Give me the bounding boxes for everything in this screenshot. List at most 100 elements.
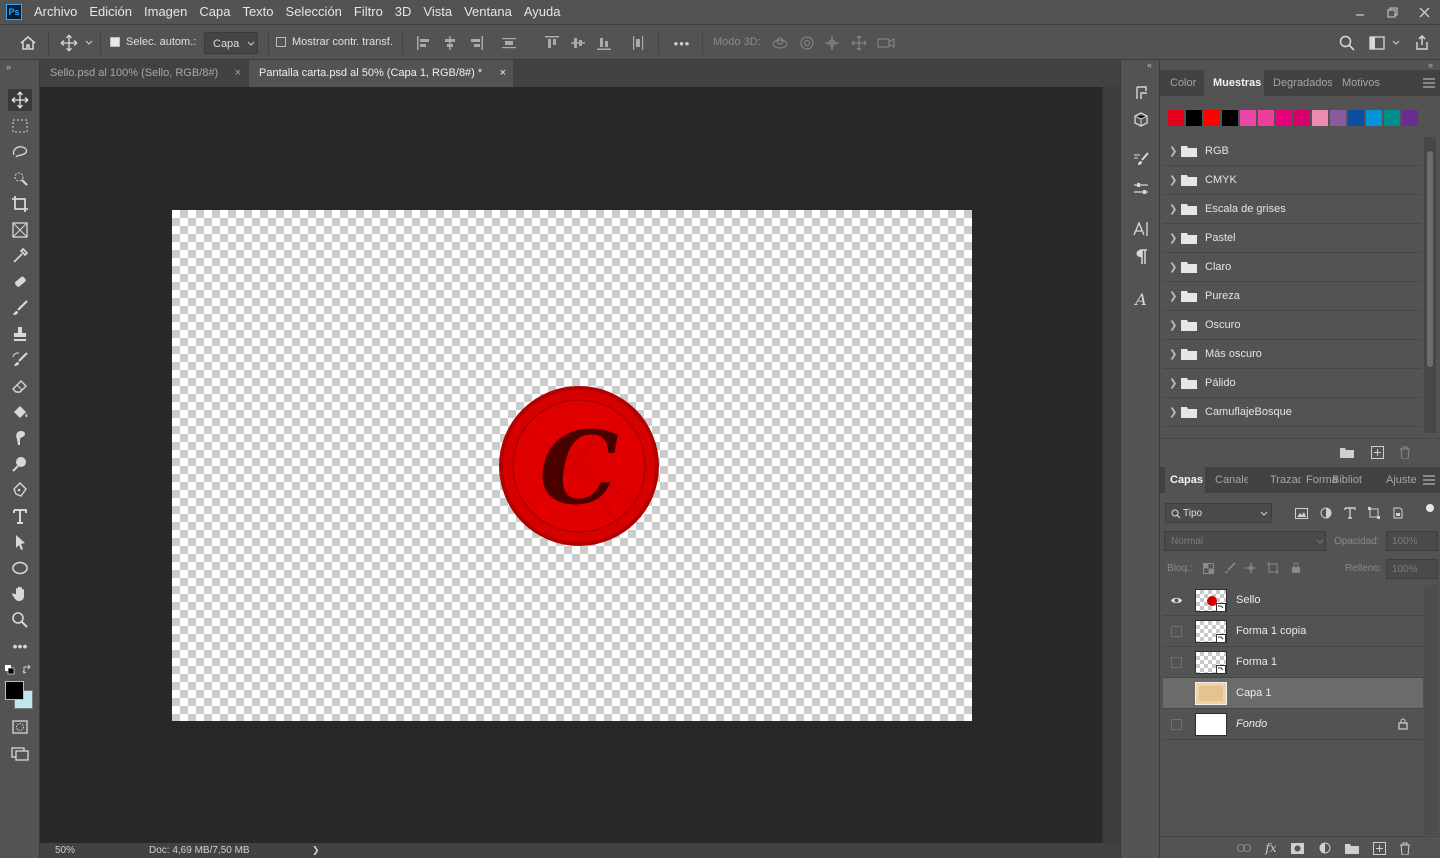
swatch-group-mas-oscuro[interactable]: ❯ Más oscuro: [1163, 340, 1421, 369]
path-select-tool-icon[interactable]: [8, 531, 32, 553]
swatch-group-cmyk[interactable]: ❯ CMYK: [1163, 166, 1421, 195]
color-swatch[interactable]: [1186, 110, 1202, 126]
tab-bibliotecas[interactable]: Bibliot: [1327, 467, 1363, 493]
align-bottom-icon[interactable]: [594, 33, 614, 53]
menu-3d[interactable]: 3D: [389, 0, 418, 24]
auto-select-target-dropdown[interactable]: Capa: [204, 32, 258, 54]
filter-shape-icon[interactable]: [1365, 504, 1383, 522]
swatch-group-pureza[interactable]: ❯ Pureza: [1163, 282, 1421, 311]
swap-colors-icon[interactable]: [22, 664, 33, 675]
color-swatch[interactable]: [1258, 110, 1274, 126]
panel-menu-icon[interactable]: [1423, 78, 1435, 88]
filter-toggle-icon[interactable]: [1426, 504, 1434, 512]
lock-image-icon[interactable]: [1221, 559, 1239, 577]
menu-imagen[interactable]: Imagen: [138, 0, 193, 24]
chevron-right-icon[interactable]: ❯: [1169, 407, 1177, 418]
color-swatch[interactable]: [1348, 110, 1364, 126]
visibility-toggle[interactable]: [1171, 688, 1182, 699]
lock-icon[interactable]: [1398, 718, 1408, 730]
new-group-icon[interactable]: [1343, 839, 1361, 857]
chevron-right-icon[interactable]: ❯: [1169, 233, 1177, 244]
chevron-right-icon[interactable]: ❯: [1169, 204, 1177, 215]
move-tool-preset-icon[interactable]: [59, 33, 79, 53]
workspace-icon[interactable]: [1367, 33, 1387, 53]
collapse-panel-icon[interactable]: »: [6, 62, 11, 72]
layer-filter-dropdown[interactable]: Tipo: [1165, 503, 1272, 523]
expand-panels-icon[interactable]: «: [1147, 60, 1152, 70]
tab-capas[interactable]: Capas: [1165, 467, 1205, 493]
fill-input[interactable]: 100%: [1386, 559, 1438, 579]
chevron-right-icon[interactable]: ❯: [1169, 291, 1177, 302]
layer-row-fondo[interactable]: Fondo: [1163, 709, 1423, 740]
history-brush-tool-icon[interactable]: [8, 349, 32, 371]
slide-3d-icon[interactable]: [849, 33, 869, 53]
menu-filtro[interactable]: Filtro: [348, 0, 389, 24]
new-adjustment-icon[interactable]: [1316, 839, 1334, 857]
more-options-icon[interactable]: •••: [672, 33, 692, 53]
opacity-input[interactable]: 100%: [1386, 531, 1438, 551]
smudge-tool-icon[interactable]: [8, 427, 32, 449]
new-swatch-icon[interactable]: [1368, 443, 1386, 461]
swatch-group-oscuro[interactable]: ❯ Oscuro: [1163, 311, 1421, 340]
chevron-down-icon[interactable]: [1389, 33, 1403, 53]
fx-icon[interactable]: fx: [1262, 839, 1280, 857]
auto-select-checkbox[interactable]: [110, 37, 120, 47]
visibility-toggle[interactable]: [1171, 626, 1182, 637]
filter-type-icon[interactable]: [1341, 504, 1359, 522]
brush-settings-icon[interactable]: [1129, 149, 1153, 171]
zoom-level[interactable]: 50%: [55, 845, 75, 856]
dodge-tool-icon[interactable]: [8, 453, 32, 475]
chevron-right-icon[interactable]: ❯: [1169, 349, 1177, 360]
frame-tool-icon[interactable]: [8, 219, 32, 241]
filter-smart-object-icon[interactable]: [1389, 504, 1407, 522]
paint-bucket-tool-icon[interactable]: [8, 401, 32, 423]
menu-seleccion[interactable]: Selección: [280, 0, 348, 24]
menu-archivo[interactable]: Archivo: [28, 0, 83, 24]
canvas-workspace[interactable]: C: [40, 87, 1102, 843]
brush-tool-icon[interactable]: [8, 297, 32, 319]
chevron-right-icon[interactable]: ❯: [1169, 175, 1177, 186]
eyedropper-tool-icon[interactable]: [8, 245, 32, 267]
character-panel-icon[interactable]: [1129, 218, 1153, 240]
crop-tool-icon[interactable]: [8, 193, 32, 215]
color-swatch[interactable]: [1168, 110, 1184, 126]
quick-mask-icon[interactable]: [8, 716, 32, 738]
lock-transparent-icon[interactable]: [1199, 559, 1217, 577]
chevron-right-icon[interactable]: ❯: [1169, 378, 1177, 389]
search-icon[interactable]: [1337, 33, 1357, 53]
chevron-right-icon[interactable]: ❯: [1169, 146, 1177, 157]
ellipse-tool-icon[interactable]: [8, 557, 32, 579]
lasso-tool-icon[interactable]: [8, 141, 32, 163]
filter-adjustment-icon[interactable]: [1317, 504, 1335, 522]
lock-artboard-icon[interactable]: [1264, 559, 1282, 577]
hand-tool-icon[interactable]: [8, 583, 32, 605]
menu-edicion[interactable]: Edición: [83, 0, 138, 24]
marquee-tool-icon[interactable]: [8, 115, 32, 137]
pen-tool-icon[interactable]: [8, 479, 32, 501]
vertical-scrollbar[interactable]: [1102, 87, 1120, 843]
minimize-icon[interactable]: [1344, 0, 1376, 24]
new-group-icon[interactable]: [1338, 443, 1356, 461]
history-panel-icon[interactable]: [1129, 82, 1153, 104]
align-hcenter-icon[interactable]: [440, 33, 460, 53]
tab-canales[interactable]: Canale: [1210, 467, 1248, 493]
filter-pixel-icon[interactable]: [1292, 504, 1310, 522]
more-tools-icon[interactable]: •••: [8, 635, 32, 657]
tab-muestras[interactable]: Muestras: [1204, 70, 1264, 96]
scrollbar-thumb[interactable]: [1427, 151, 1433, 367]
color-swatch[interactable]: [1294, 110, 1310, 126]
tab-color[interactable]: Color: [1165, 70, 1203, 96]
menu-ayuda[interactable]: Ayuda: [518, 0, 567, 24]
show-transform-checkbox[interactable]: [276, 37, 286, 47]
blend-mode-dropdown[interactable]: Normal: [1164, 531, 1326, 551]
visibility-toggle[interactable]: [1171, 719, 1182, 730]
home-icon[interactable]: [18, 33, 38, 53]
color-swatch[interactable]: [1384, 110, 1400, 126]
quick-select-tool-icon[interactable]: [8, 167, 32, 189]
swatch-group-camuflaje-bosque[interactable]: ❯ CamuflajeBosque: [1163, 398, 1421, 427]
swatch-group-grayscale[interactable]: ❯ Escala de grises: [1163, 195, 1421, 224]
tab-sello-psd[interactable]: Sello.psd al 100% (Sello, RGB/8#) ×: [40, 60, 248, 87]
layer-row-forma-1[interactable]: Forma 1: [1163, 647, 1423, 678]
layer-row-capa-1[interactable]: Capa 1: [1163, 678, 1423, 709]
tab-motivos[interactable]: Motivos: [1332, 70, 1382, 96]
